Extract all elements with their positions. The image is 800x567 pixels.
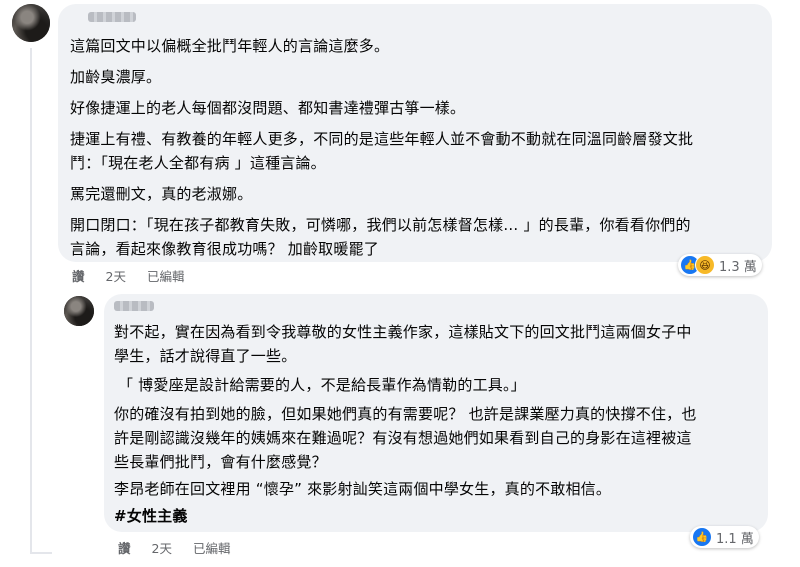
comment-text: 罵完還刪文，真的老淑娜。: [70, 185, 253, 203]
reply-actions: 讚 2天 已編輯: [118, 538, 230, 557]
reaction-summary[interactable]: 👍 1.1 萬: [690, 526, 759, 548]
thread-line: [30, 552, 52, 554]
reply-text: 你的確沒有拍到她的臉，但如果她們真的有需要呢？ 也許是課業壓力真的快撐不住，也: [114, 405, 697, 423]
timestamp[interactable]: 2天: [152, 538, 172, 557]
reaction-count: 1.3 萬: [719, 259, 757, 275]
timestamp[interactable]: 2天: [106, 266, 126, 285]
like-button[interactable]: 讚: [72, 266, 85, 285]
edited-label: 已編輯: [146, 269, 185, 284]
comment-text: 開口閉口：「現在孩子都教育失敗，可憐哪，我們以前怎樣督怎樣… 」的長輩，你看看你…: [70, 216, 691, 234]
edited-label: 已編輯: [192, 541, 231, 556]
reaction-count: 1.1 萬: [716, 531, 754, 547]
reaction-summary[interactable]: 👍 😆 1.3 萬: [678, 254, 762, 276]
reply-text: 些長輩們批鬥，會有什麼感覺？: [114, 453, 327, 471]
comment-text: 好像捷運上的老人每個都沒問題、都知書達禮彈古箏一樣。: [70, 99, 466, 117]
comment-actions: 讚 2天 已編輯: [72, 266, 184, 285]
reply-text: 「 博愛座是設計給需要的人，不是給長輩作為情勒的工具。」: [118, 376, 526, 394]
reply-text: 對不起，實在因為看到令我尊敬的女性主義作家，這樣貼文下的回文批鬥這兩個女子中: [114, 323, 692, 341]
comment-text: 捷運上有禮、有教養的年輕人更多，不同的是這些年輕人並不會動不動就在同溫同齡層發文…: [70, 130, 694, 148]
like-icon: 👍: [692, 527, 712, 547]
author-name[interactable]: [114, 301, 154, 311]
comment-bubble: 這篇回文中以偏概全批鬥年輕人的言論這麼多。 加齡臭濃厚。 好像捷運上的老人每個都…: [58, 4, 772, 262]
avatar[interactable]: [12, 4, 50, 42]
reply-text: 學生，話才說得直了一些。: [114, 347, 297, 365]
haha-icon: 😆: [695, 255, 715, 275]
comment-text: 鬥：「現在老人全都有病 」這種言論。: [70, 154, 326, 172]
comment-text: 這篇回文中以偏概全批鬥年輕人的言論這麼多。: [70, 37, 390, 55]
thread-line: [30, 48, 32, 553]
comment-text: 言論，看起來像教育很成功嗎？ 加齡取暖罷了: [70, 240, 379, 258]
avatar-image: [64, 296, 94, 326]
comment-text: 加齡臭濃厚。: [70, 68, 162, 86]
hashtag-link[interactable]: #女性主義: [114, 504, 188, 528]
author-name[interactable]: [88, 12, 136, 22]
reply-text: 許是剛認識沒幾年的姨媽來在難過呢？有沒有想過她們如果看到自己的身影在這裡被這: [114, 429, 692, 447]
reply-bubble: 對不起，實在因為看到令我尊敬的女性主義作家，這樣貼文下的回文批鬥這兩個女子中 學…: [104, 294, 768, 532]
avatar[interactable]: [64, 296, 94, 326]
like-button[interactable]: 讚: [118, 538, 131, 557]
avatar-image: [12, 4, 50, 42]
reply-text: 李昂老師在回文裡用 “懷孕” 來影射訕笑這兩個中學女生，真的不敢相信。: [114, 480, 612, 498]
